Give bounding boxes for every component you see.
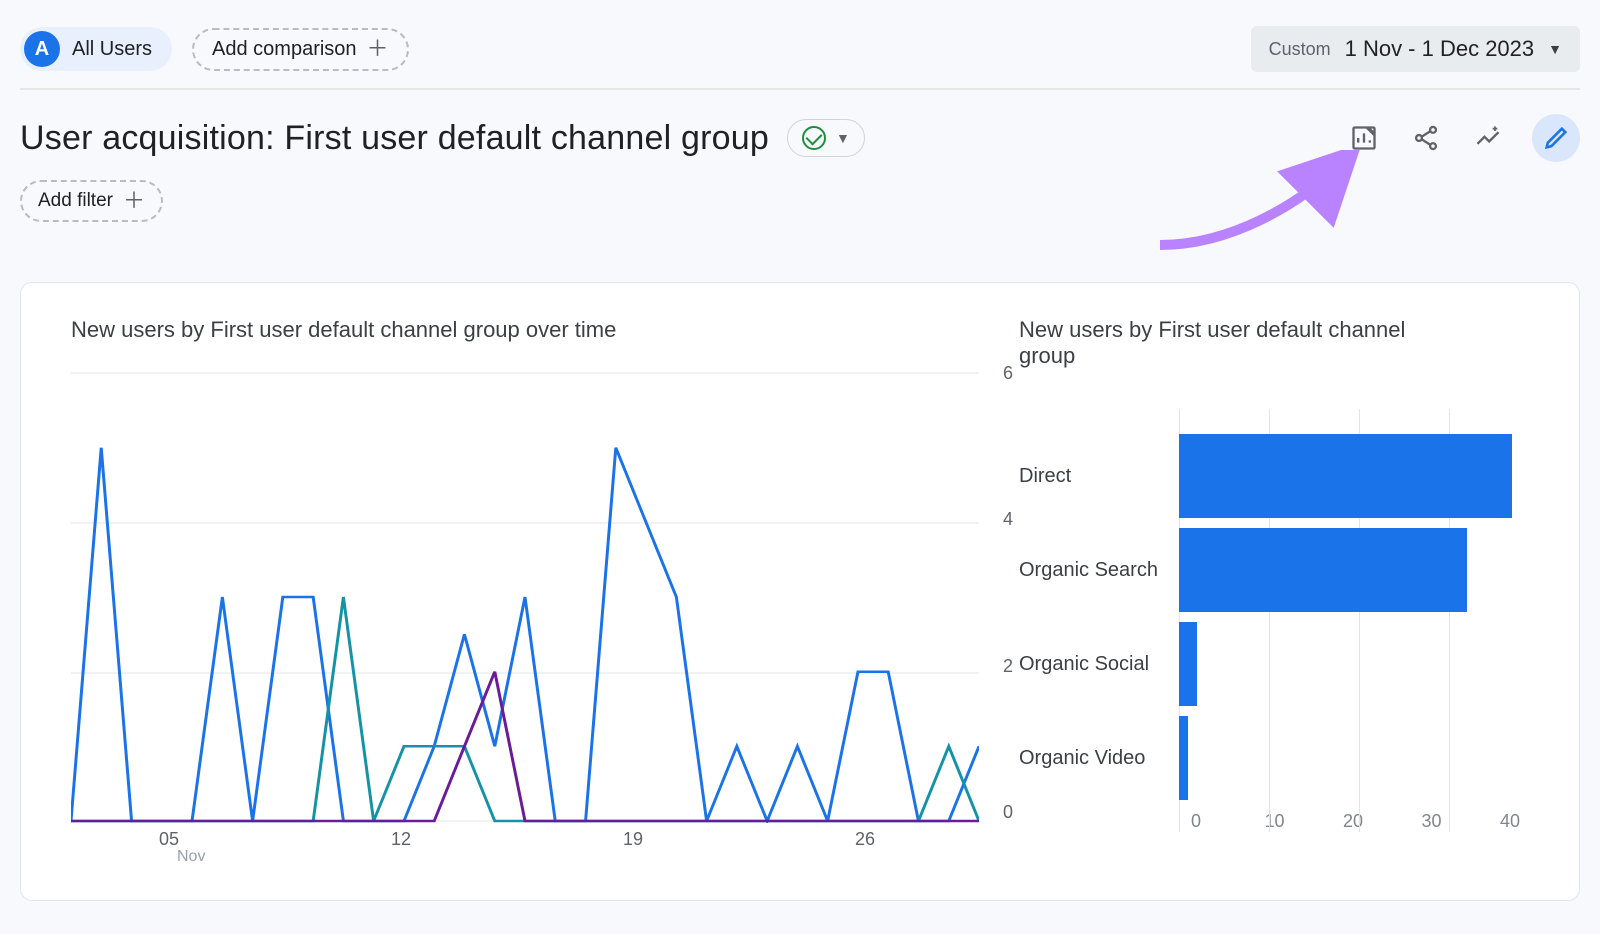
bar-row-direct: Direct <box>1019 429 1539 523</box>
add-filter-label: Add filter <box>38 190 113 212</box>
line-chart-y-axis: 6 4 2 0 <box>1003 363 1013 823</box>
bar-row-organic-social: Organic Social <box>1019 617 1539 711</box>
line-chart-title: New users by First user default channel … <box>71 317 979 343</box>
bar-value <box>1179 716 1188 800</box>
x-tick: 40 <box>1481 811 1539 832</box>
share-icon[interactable] <box>1408 120 1444 156</box>
x-tick: 19 <box>623 829 643 850</box>
add-comparison-button[interactable]: Add comparison ＋ <box>192 28 409 71</box>
y-tick: 6 <box>1003 363 1013 384</box>
line-chart-panel: New users by First user default channel … <box>71 317 979 866</box>
y-tick: 0 <box>1003 802 1013 823</box>
page-title: User acquisition: First user default cha… <box>20 119 769 158</box>
bar-label: Organic Search <box>1019 559 1179 582</box>
date-range-value: 1 Nov - 1 Dec 2023 <box>1345 36 1535 62</box>
line-chart-x-axis: 05 12 19 26 <box>155 823 879 850</box>
x-tick: 26 <box>855 829 875 850</box>
bar-chart-panel: New users by First user default channel … <box>1019 317 1539 866</box>
bar-value <box>1179 528 1467 612</box>
x-tick: 12 <box>391 829 411 850</box>
bar-chart: Direct Organic Search Organic Social Org… <box>1019 389 1539 832</box>
x-tick: 0 <box>1167 811 1225 832</box>
x-axis-month: Nov <box>177 848 979 866</box>
bar-value <box>1179 622 1197 706</box>
top-bar: A All Users Add comparison ＋ Custom 1 No… <box>20 20 1580 90</box>
title-row: User acquisition: First user default cha… <box>20 114 1580 162</box>
bar-chart-x-axis: 0 10 20 30 40 <box>1167 811 1539 832</box>
line-chart <box>71 363 979 823</box>
x-tick: 30 <box>1403 811 1461 832</box>
chevron-down-icon: ▼ <box>836 130 850 146</box>
report-actions <box>1346 114 1580 162</box>
edit-button[interactable] <box>1532 114 1580 162</box>
x-tick: 20 <box>1324 811 1382 832</box>
bar-chart-title: New users by First user default channel … <box>1019 317 1439 369</box>
date-range-mode: Custom <box>1269 39 1331 60</box>
x-tick: 05 <box>159 829 179 850</box>
y-tick: 2 <box>1003 656 1013 677</box>
add-filter-button[interactable]: Add filter ＋ <box>20 180 163 222</box>
x-tick: 10 <box>1246 811 1304 832</box>
plus-icon: ＋ <box>123 190 145 212</box>
avatar-letter: A <box>24 31 60 67</box>
y-tick: 4 <box>1003 509 1013 530</box>
bar-value <box>1179 434 1512 518</box>
add-comparison-label: Add comparison <box>212 38 357 61</box>
bar-label: Direct <box>1019 465 1179 488</box>
audience-chip-all-users[interactable]: A All Users <box>20 27 172 71</box>
bar-row-organic-video: Organic Video <box>1019 711 1539 805</box>
charts-card: New users by First user default channel … <box>20 282 1580 901</box>
audience-chip-label: All Users <box>72 38 152 61</box>
check-circle-icon <box>802 126 826 150</box>
chevron-down-icon: ▼ <box>1548 41 1562 57</box>
customize-report-icon[interactable] <box>1346 120 1382 156</box>
plus-icon: ＋ <box>367 38 389 60</box>
bar-label: Organic Social <box>1019 653 1179 676</box>
report-status-pill[interactable]: ▼ <box>787 119 865 157</box>
bar-row-organic-search: Organic Search <box>1019 523 1539 617</box>
insights-icon[interactable] <box>1470 120 1506 156</box>
date-range-picker[interactable]: Custom 1 Nov - 1 Dec 2023 ▼ <box>1251 26 1580 72</box>
bar-label: Organic Video <box>1019 747 1179 770</box>
